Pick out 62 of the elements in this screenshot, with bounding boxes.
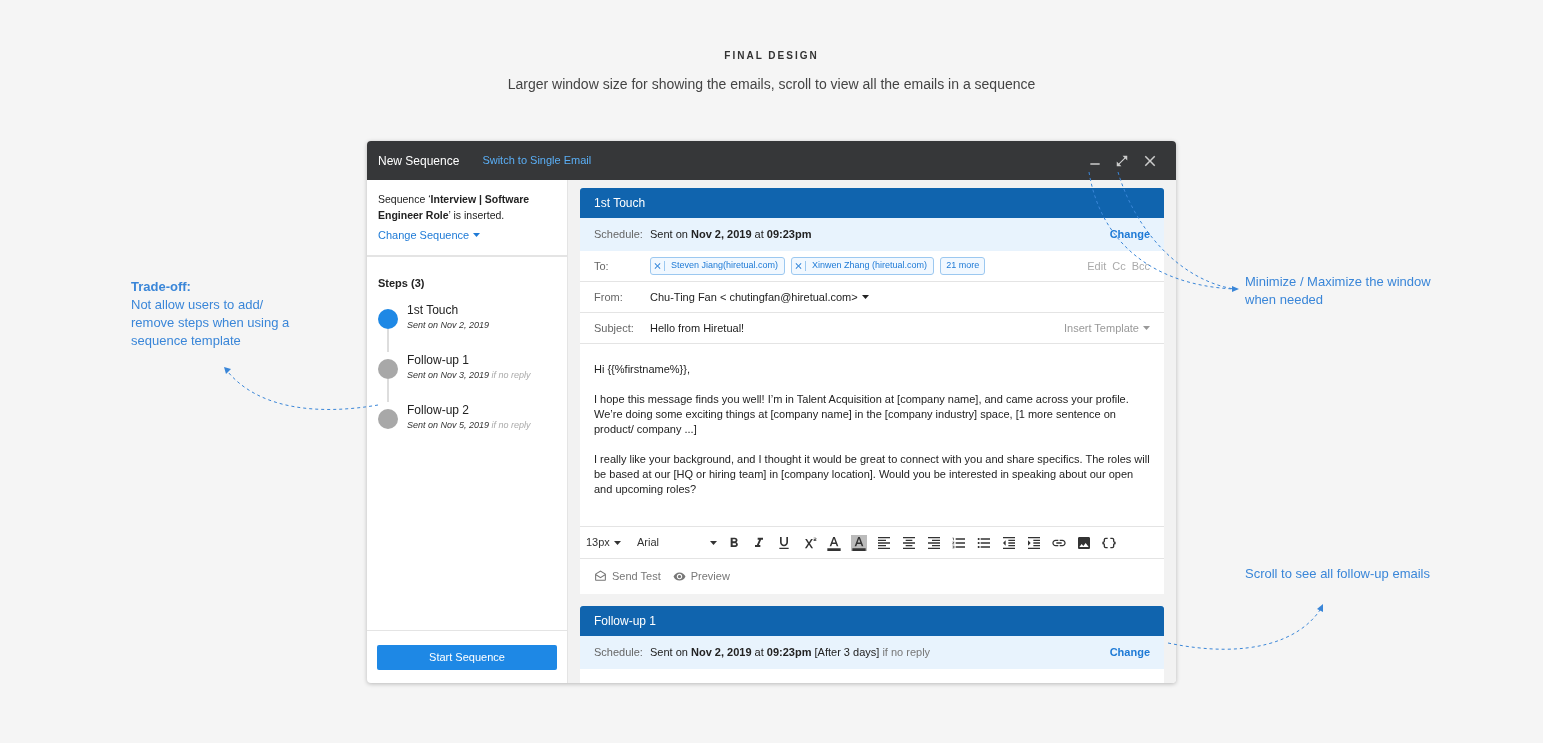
- insert-template-button[interactable]: Insert Template: [1064, 319, 1150, 337]
- subject-text: Hello from Hiretual!: [650, 320, 745, 336]
- preview-button[interactable]: Preview: [672, 568, 730, 585]
- sequence-notice: Sequence ‘Interview | Software Engineer Role’ is inserted.: [378, 192, 531, 223]
- steps-heading: Steps (3): [378, 275, 426, 291]
- annotation-text: Scroll to see all follow-up emails: [1245, 565, 1431, 583]
- align-right-icon[interactable]: [926, 534, 942, 551]
- font-family-select[interactable]: Arial: [637, 534, 717, 551]
- align-center-icon[interactable]: [901, 534, 917, 551]
- recipient-action-link[interactable]: Cc: [1112, 257, 1126, 275]
- window-title: New Sequence: [378, 152, 460, 170]
- indent-icon[interactable]: [1026, 534, 1042, 551]
- body-paragraph: I really like your background, and I thought it would be great to connect with you and share specifics. The roles will be based at our [HQ or hiring team] in [company location]. Would you be interested in speaking about our open and upcoming roles?: [594, 452, 1150, 497]
- font-size-select[interactable]: 13px: [586, 534, 628, 551]
- section-eyebrow: FINAL DESIGN: [724, 49, 819, 63]
- more-recipients-chip[interactable]: 21 more: [940, 257, 986, 275]
- caret-icon: [710, 540, 717, 545]
- start-sequence-button[interactable]: Start Sequence: [377, 645, 557, 670]
- change-sequence-link[interactable]: Change Sequence: [378, 227, 481, 244]
- caret-icon: [613, 540, 621, 545]
- recipient-action-link[interactable]: Edit: [1087, 257, 1107, 275]
- recipient-action-link[interactable]: Bcc: [1131, 257, 1150, 275]
- eye-icon: [672, 570, 686, 583]
- outdent-icon[interactable]: [1001, 534, 1017, 551]
- sender-select[interactable]: Chu-Ting Fan < chutingfan@hiretual.com>: [650, 288, 869, 306]
- align-left-icon[interactable]: [876, 534, 892, 551]
- underline-icon[interactable]: [776, 534, 792, 551]
- email-card-header: 1st Touch: [580, 188, 1164, 218]
- image-icon[interactable]: [1076, 534, 1092, 551]
- step-date: Sent on Nov 2, 2019: [407, 319, 490, 332]
- field-label: To:: [594, 258, 610, 274]
- body-paragraph: I hope this message finds you well! I’m in Talent Acquisition at [company name], and came across your profile. We’re doing some exciting things at [company name] in the [company industry] space, [1 more sentence on product/ company ...]: [594, 392, 1130, 437]
- change-link[interactable]: Change: [1109, 644, 1150, 661]
- step-name[interactable]: 1st Touch: [407, 302, 490, 318]
- caret-icon: [473, 233, 481, 238]
- send-test-button[interactable]: Send Test: [594, 568, 661, 585]
- caret-icon: [861, 295, 869, 299]
- schedule-text: Sent on Nov 2, 2019 at 09:23pm [After 3 days] if no reply: [650, 645, 932, 661]
- schedule-text: Sent on Nov 2, 2019 at 09:23pm: [650, 227, 813, 243]
- switch-mode-link[interactable]: Switch to Single Email: [482, 152, 592, 169]
- annotation-title: Trade-off:: [131, 278, 191, 296]
- email-card-header: Follow-up 1: [580, 606, 1164, 636]
- section-subtitle: Larger window size for showing the emails, scroll to view all the emails in a sequence: [507, 75, 1036, 94]
- envelope-icon: [594, 570, 607, 583]
- field-label: From:: [594, 289, 624, 305]
- body-paragraph: Hi {{%firstname%}},: [594, 362, 691, 377]
- field-label: Schedule:: [594, 227, 644, 243]
- recipient-chip[interactable]: Xinwen Zhang (hiretual.com): [791, 257, 935, 275]
- text-color-icon[interactable]: [826, 534, 842, 551]
- field-label: Subject:: [594, 320, 635, 336]
- change-link[interactable]: Change: [1109, 226, 1150, 243]
- field-label: Schedule:: [594, 645, 644, 661]
- highlight-icon[interactable]: [851, 534, 867, 551]
- step-name[interactable]: Follow-up 1: [407, 352, 531, 368]
- annotation-text: Minimize / Maximize the window when needed: [1245, 273, 1432, 309]
- annotation-text: Not allow users to add/ remove steps when using a sequence template: [131, 296, 291, 350]
- step-date: Sent on Nov 5, 2019 if no reply: [407, 419, 531, 432]
- maximize-icon[interactable]: [1115, 153, 1129, 168]
- recipient-chip[interactable]: Steven Jiang(hiretual.com): [650, 257, 786, 275]
- step-date: Sent on Nov 3, 2019 if no reply: [407, 369, 531, 382]
- step-name[interactable]: Follow-up 2: [407, 402, 531, 418]
- caret-icon: [1143, 326, 1150, 330]
